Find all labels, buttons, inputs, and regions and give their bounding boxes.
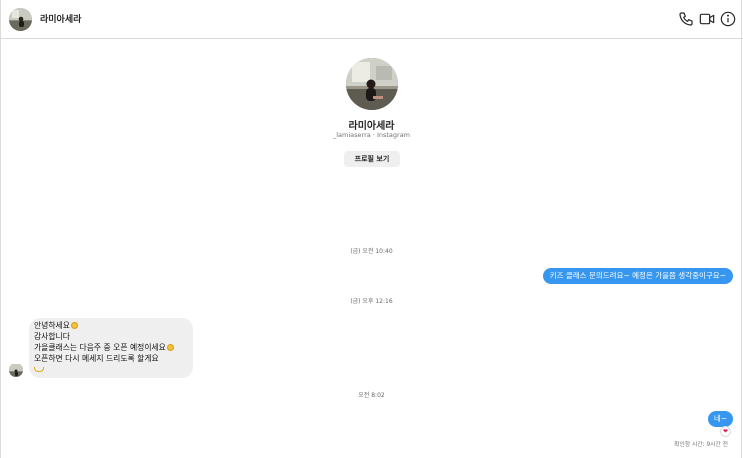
timestamp: 오전 8:02 <box>358 392 385 399</box>
hands-emoji-icon <box>34 367 44 372</box>
info-icon[interactable] <box>720 11 736 27</box>
profile-name: 라미아세라 <box>348 121 395 132</box>
message-line: 감사합니다 <box>34 332 70 341</box>
smile-emoji-icon <box>70 322 78 329</box>
chat-username[interactable]: 라미아세라 <box>40 12 81 25</box>
heart-reaction-icon[interactable]: ❤ <box>720 426 731 437</box>
message-line: 가을클래스는 다음주 중 오픈 예정이세요 <box>34 342 193 353</box>
outgoing-message[interactable]: 키즈 클래스 문의드려요~ 예정은 가을쯤 생각중이구요~ <box>542 268 733 284</box>
message-line: 안녕하세요 <box>34 320 193 331</box>
message-line: 오픈하면 다시 메세지 드리도록 할게요 <box>34 354 159 363</box>
timestamp: (금) 오전 10:40 <box>350 248 393 255</box>
sender-avatar[interactable] <box>9 363 23 377</box>
profile-subtitle: _lamiaserra · Instagram <box>332 131 411 139</box>
incoming-message[interactable]: 안녕하세요 감사합니다 가을클래스는 다음주 중 오픈 예정이세요 오픈하면 다… <box>29 318 193 378</box>
phone-icon[interactable] <box>678 11 694 27</box>
smile-emoji-icon <box>166 344 174 351</box>
seen-status: 확인함 시간: 9시간 전 <box>674 442 728 448</box>
video-icon[interactable] <box>699 11 715 27</box>
message-line <box>34 364 193 375</box>
chat-header: 라미아세라 <box>0 0 743 39</box>
outgoing-message[interactable]: 네~ <box>707 411 733 427</box>
view-profile-button[interactable]: 프로필 보기 <box>344 151 400 167</box>
profile-avatar[interactable] <box>346 58 398 110</box>
timestamp: (금) 오후 12:16 <box>350 298 393 305</box>
avatar[interactable] <box>9 8 32 31</box>
